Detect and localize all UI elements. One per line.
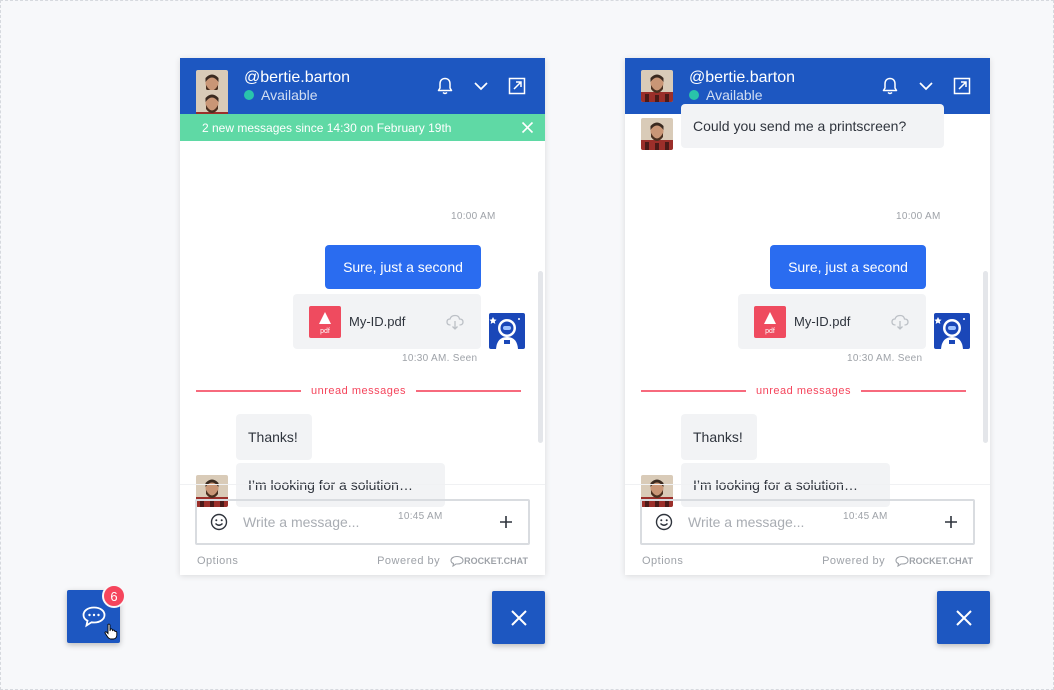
agent-message-avatar: [641, 118, 673, 150]
user-avatar: [489, 313, 525, 349]
close-chat-button[interactable]: [937, 591, 990, 644]
scrollbar[interactable]: [538, 271, 543, 443]
hand-cursor-icon: [104, 623, 118, 640]
popout-button[interactable]: [505, 74, 529, 98]
minimize-button[interactable]: [469, 74, 493, 98]
powered-by-label: Powered by: [377, 555, 441, 567]
scrollbar[interactable]: [983, 271, 988, 443]
chevron-down-icon: [919, 82, 933, 91]
download-cloud-icon[interactable]: [890, 312, 910, 332]
banner-text: 2 new messages since 14:30 on February 1…: [202, 120, 452, 135]
message-list[interactable]: 10:00 AM Sure, just a second pdf My-ID.p…: [180, 114, 545, 540]
options-link[interactable]: Options: [642, 555, 822, 567]
file-name: My-ID.pdf: [794, 314, 851, 329]
external-link-icon: [508, 77, 526, 95]
agent-username: @bertie.barton: [689, 69, 796, 86]
widget-header: @bertie.barton Available: [180, 58, 545, 114]
emoji-icon[interactable]: [209, 512, 229, 532]
own-message-meta: 10:30 AM. Seen: [402, 353, 478, 364]
file-name: My-ID.pdf: [349, 314, 406, 329]
message-input-placeholder[interactable]: Write a message...: [688, 514, 941, 530]
popout-button[interactable]: [950, 74, 974, 98]
chat-bubble-icon: [82, 606, 105, 627]
own-message-bubble: Sure, just a second: [325, 245, 481, 289]
plus-icon[interactable]: [941, 512, 961, 532]
composer: Write a message... Options Powered by RO…: [625, 484, 990, 575]
options-link[interactable]: Options: [197, 555, 377, 567]
notifications-button[interactable]: [878, 74, 902, 98]
powered-by-label: Powered by: [822, 555, 886, 567]
unread-label: unread messages: [311, 385, 406, 397]
user-avatar: [934, 313, 970, 349]
notifications-button[interactable]: [433, 74, 457, 98]
rocket-chat-icon: [450, 555, 464, 567]
file-attachment[interactable]: pdf My-ID.pdf: [738, 294, 926, 349]
rocket-chat-icon: [895, 555, 909, 567]
rocketchat-logo[interactable]: ROCKET.CHAT: [895, 555, 973, 567]
close-chat-button[interactable]: [492, 591, 545, 644]
agent-message-bubble: Could you send me a printscreen?: [681, 104, 944, 148]
emoji-icon[interactable]: [654, 512, 674, 532]
plus-icon[interactable]: [496, 512, 516, 532]
own-message-meta: 10:30 AM. Seen: [847, 353, 923, 364]
close-icon[interactable]: [520, 120, 535, 135]
unread-divider: unread messages: [641, 385, 967, 397]
unread-label: unread messages: [756, 385, 851, 397]
message-list[interactable]: Could you send me a printscreen? 10:00 A…: [625, 104, 990, 540]
bell-icon: [882, 77, 898, 95]
agent-message-bubble: Thanks!: [681, 414, 757, 460]
bell-icon: [437, 77, 453, 95]
unread-count-badge: 6: [102, 584, 126, 608]
widget-footer: Options Powered by ROCKET.CHAT: [642, 554, 973, 568]
new-messages-banner[interactable]: 2 new messages since 14:30 on February 1…: [180, 114, 545, 141]
online-dot-icon: [244, 90, 254, 100]
pdf-label: pdf: [765, 327, 775, 335]
rocketchat-logo[interactable]: ROCKET.CHAT: [450, 555, 528, 567]
agent-status: Available: [244, 87, 421, 103]
own-message-bubble: Sure, just a second: [770, 245, 926, 289]
external-link-icon: [953, 77, 971, 95]
agent-username: @bertie.barton: [244, 69, 351, 86]
agent-message-bubble: Thanks!: [236, 414, 312, 460]
agent-status-label: Available: [261, 87, 318, 103]
widget-footer: Options Powered by ROCKET.CHAT: [197, 554, 528, 568]
message-time: 10:00 AM: [896, 211, 941, 222]
composer: Write a message... Options Powered by RO…: [180, 484, 545, 575]
chat-widget: @bertie.barton Available Could you send …: [625, 58, 990, 575]
message-input-placeholder[interactable]: Write a message...: [243, 514, 496, 530]
file-attachment[interactable]: pdf My-ID.pdf: [293, 294, 481, 349]
rocketchat-brand: ROCKET.CHAT: [909, 556, 973, 566]
online-dot-icon: [689, 90, 699, 100]
open-chat-launcher[interactable]: 6: [67, 584, 126, 643]
close-icon: [510, 609, 527, 626]
minimize-button[interactable]: [914, 74, 938, 98]
chat-widget-with-banner: @bertie.barton Available 10:00 AM Sure, …: [180, 58, 545, 575]
message-input[interactable]: Write a message...: [640, 499, 975, 545]
pdf-file-icon: pdf: [309, 305, 341, 338]
agent-status-label: Available: [706, 87, 763, 103]
unread-divider: unread messages: [196, 385, 522, 397]
agent-status: Available: [689, 87, 866, 103]
agent-avatar: [641, 70, 673, 102]
agent-info: @bertie.barton Available: [244, 69, 421, 103]
chevron-down-icon: [474, 82, 488, 91]
close-icon: [955, 609, 972, 626]
message-input[interactable]: Write a message...: [195, 499, 530, 545]
pdf-label: pdf: [320, 327, 330, 335]
agent-info: @bertie.barton Available: [689, 69, 866, 103]
download-cloud-icon[interactable]: [445, 312, 465, 332]
pdf-file-icon: pdf: [754, 305, 786, 338]
rocketchat-brand: ROCKET.CHAT: [464, 556, 528, 566]
message-time: 10:00 AM: [451, 211, 496, 222]
